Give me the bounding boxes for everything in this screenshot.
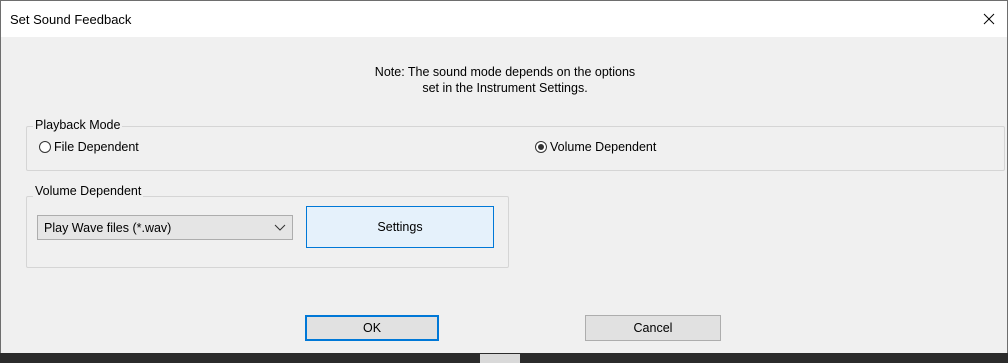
dialog-window: Set Sound Feedback Note: The sound mode …	[0, 0, 1008, 354]
chevron-down-icon	[274, 224, 286, 231]
volume-dependent-radio-label: Volume Dependent	[550, 140, 657, 154]
window-title: Set Sound Feedback	[10, 12, 132, 27]
dropdown-selected-value: Play Wave files (*.wav)	[44, 221, 172, 235]
file-dependent-radio[interactable]: File Dependent	[39, 140, 139, 154]
volume-dependent-radio[interactable]: Volume Dependent	[535, 140, 656, 154]
note-line-1: Note: The sound mode depends on the opti…	[374, 65, 636, 79]
volume-dependent-group-label: Volume Dependent	[33, 184, 144, 198]
settings-button[interactable]: Settings	[306, 206, 494, 248]
file-dependent-label: File Dependent	[54, 140, 139, 154]
playback-mode-label: Playback Mode	[33, 118, 123, 132]
radio-unchecked-icon	[39, 141, 51, 153]
note-line-2: set in the Instrument Settings.	[422, 81, 588, 95]
close-icon	[983, 13, 995, 25]
close-button[interactable]	[971, 1, 1007, 37]
note-text: Note: The sound mode depends on the opti…	[1, 64, 1008, 96]
ok-button[interactable]: OK	[305, 315, 439, 341]
background-element	[480, 354, 520, 363]
cancel-button[interactable]: Cancel	[585, 315, 721, 341]
title-bar: Set Sound Feedback	[1, 1, 1007, 37]
radio-checked-icon	[535, 141, 547, 153]
playback-mode-group	[26, 126, 1005, 171]
sound-type-dropdown[interactable]: Play Wave files (*.wav)	[37, 215, 293, 240]
